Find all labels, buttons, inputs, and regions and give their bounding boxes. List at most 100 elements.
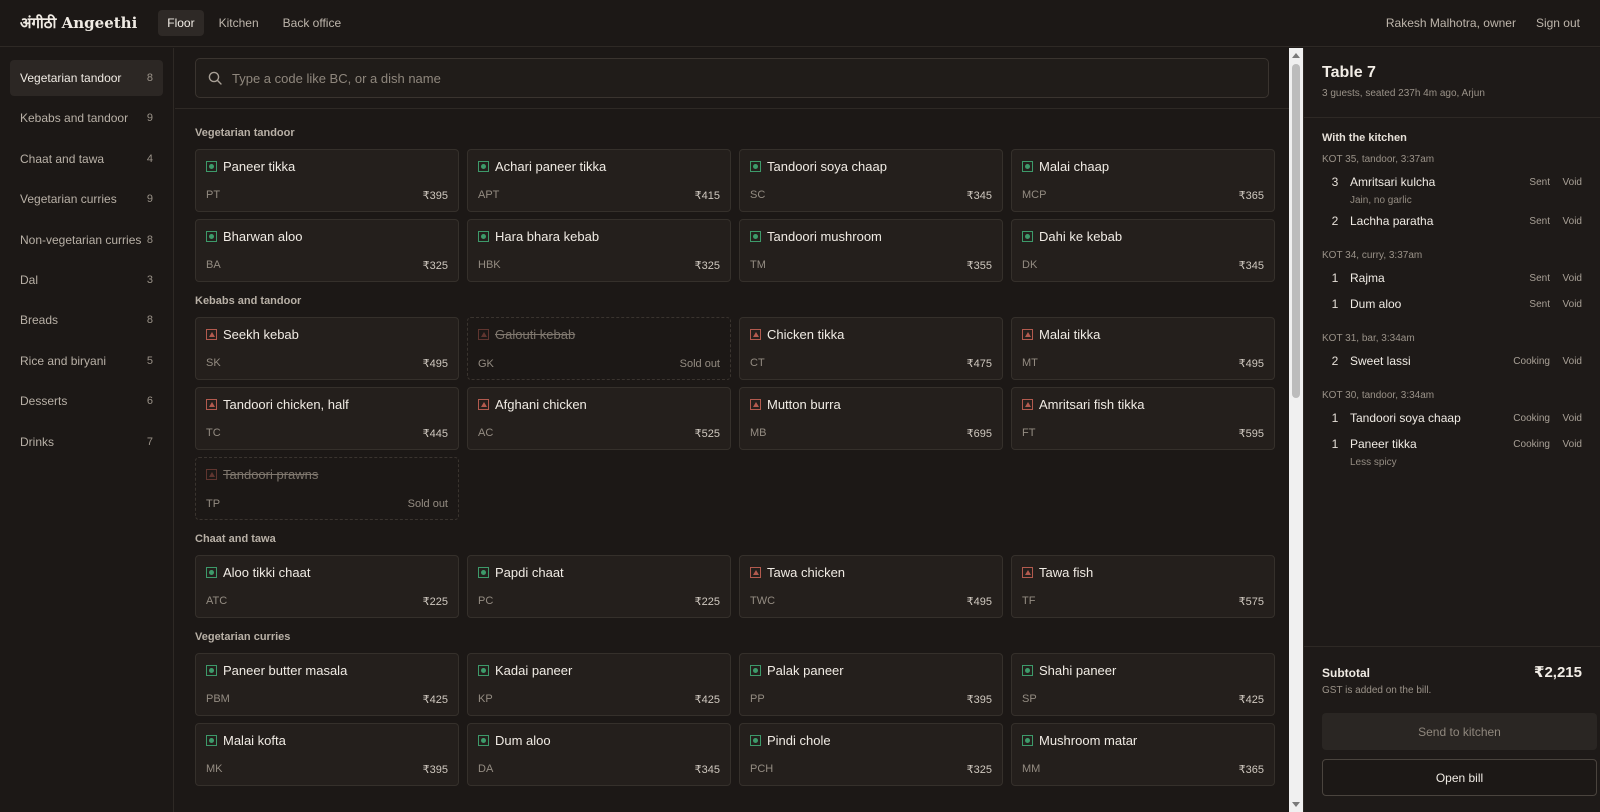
void-button[interactable]: Void [1550, 435, 1582, 450]
dish-card[interactable]: Palak paneer PP ₹395 [739, 653, 1003, 716]
menu-list: Vegetarian tandoor Paneer tikka PT ₹395 Acha… [175, 109, 1289, 786]
dish-header: Tandoori chicken, half [206, 397, 448, 412]
dish-code: PCH [750, 763, 774, 775]
dish-footer: TM ₹355 [750, 259, 992, 272]
main-nav: Floor Kitchen Back office [158, 10, 350, 36]
sidebar-item[interactable]: Rice and biryani 5 [10, 343, 163, 379]
dish-header: Papdi chaat [478, 565, 720, 580]
table-title: Table 7 [1322, 64, 1376, 81]
dish-code: DA [478, 763, 494, 775]
sidebar-item[interactable]: Non-vegetarian curries 8 [10, 222, 163, 258]
dish-code: TM [750, 259, 766, 271]
dish-card[interactable]: Malai kofta MK ₹395 [195, 723, 459, 786]
dish-card[interactable]: Pindi chole PCH ₹325 [739, 723, 1003, 786]
kot-group: KOT 35, tandoor, 3:37am 3 Amritsari kulcha… [1322, 154, 1582, 238]
dish-card[interactable]: Mushroom matar MM ₹365 [1011, 723, 1275, 786]
dish-price: ₹345 [694, 764, 720, 776]
scroll-down-icon[interactable] [1292, 802, 1300, 807]
table-header: Table 7 3 guests, seated 237h 4m ago, Ar… [1304, 48, 1600, 118]
item-name: Rajma [1350, 271, 1385, 285]
sidebar-item[interactable]: Kebabs and tandoor 9 [10, 100, 163, 136]
sidebar-item[interactable]: Chaat and tawa 4 [10, 141, 163, 177]
dish-card: Tandoori prawns TP Sold out [195, 457, 459, 520]
dish-header: Galouti kebab [478, 327, 720, 342]
scroll-up-icon[interactable] [1292, 53, 1300, 58]
dish-name: Mutton burra [767, 397, 841, 412]
dish-card[interactable]: Afghani chicken AC ₹525 [467, 387, 731, 450]
sidebar-item[interactable]: Vegetarian curries 9 [10, 181, 163, 217]
dish-card[interactable]: Malai chaap MCP ₹365 [1011, 149, 1275, 212]
void-button[interactable]: Void [1550, 409, 1582, 424]
void-button[interactable]: Void [1550, 173, 1582, 188]
dish-card[interactable]: Shahi paneer SP ₹425 [1011, 653, 1275, 716]
sidebar-item[interactable]: Dal 3 [10, 262, 163, 298]
nonveg-mark-icon [478, 329, 489, 340]
sign-out-link[interactable]: Sign out [1536, 16, 1580, 30]
nav-kitchen[interactable]: Kitchen [210, 10, 268, 36]
menu-scrollbar[interactable] [1289, 48, 1303, 812]
dish-card[interactable]: Malai tikka MT ₹495 [1011, 317, 1275, 380]
dish-card[interactable]: Tawa fish TF ₹575 [1011, 555, 1275, 618]
dish-card[interactable]: Seekh kebab SK ₹495 [195, 317, 459, 380]
open-bill-button[interactable]: Open bill [1322, 759, 1597, 796]
scroll-thumb[interactable] [1292, 64, 1300, 398]
dish-name: Amritsari fish tikka [1039, 397, 1145, 412]
dish-header: Shahi paneer [1022, 663, 1264, 678]
nonveg-mark-icon [1022, 567, 1033, 578]
category-count: 6 [146, 395, 153, 408]
order-footer: Subtotal ₹2,215 GST is added on the bill… [1304, 646, 1600, 812]
dish-card[interactable]: Bharwan aloo BA ₹325 [195, 219, 459, 282]
sidebar-item[interactable]: Breads 8 [10, 302, 163, 338]
dish-name: Pindi chole [767, 733, 831, 748]
dish-footer: APT ₹415 [478, 189, 720, 202]
sidebar-item[interactable]: Drinks 7 [10, 424, 163, 460]
dish-header: Mushroom matar [1022, 733, 1264, 748]
dish-name: Achari paneer tikka [495, 159, 607, 174]
dish-code: MB [750, 427, 767, 439]
sidebar-item[interactable]: Desserts 6 [10, 383, 163, 419]
dish-card[interactable]: Kadai paneer KP ₹425 [467, 653, 731, 716]
section-title: Vegetarian curries [195, 631, 291, 643]
dish-header: Kadai paneer [478, 663, 720, 678]
dish-card[interactable]: Chicken tikka CT ₹475 [739, 317, 1003, 380]
nav-back-office[interactable]: Back office [274, 10, 350, 36]
dish-header: Pindi chole [750, 733, 992, 748]
dish-code: MK [206, 763, 223, 775]
dish-card[interactable]: Aloo tikki chaat ATC ₹225 [195, 555, 459, 618]
dish-header: Amritsari fish tikka [1022, 397, 1264, 412]
veg-mark-icon [750, 231, 761, 242]
dish-card[interactable]: Dum aloo DA ₹345 [467, 723, 731, 786]
current-user: Rakesh Malhotra, owner [1385, 16, 1516, 30]
dish-price: ₹415 [694, 190, 720, 202]
dish-card[interactable]: Achari paneer tikka APT ₹415 [467, 149, 731, 212]
dish-card[interactable]: Tandoori mushroom TM ₹355 [739, 219, 1003, 282]
send-to-kitchen-button[interactable]: Send to kitchen [1322, 713, 1597, 750]
nav-floor[interactable]: Floor [158, 10, 204, 36]
dish-card[interactable]: Dahi ke kebab DK ₹345 [1011, 219, 1275, 282]
dish-code: DK [1022, 259, 1038, 271]
dish-card[interactable]: Tandoori chicken, half TC ₹445 [195, 387, 459, 450]
dish-price: ₹425 [1238, 694, 1264, 706]
void-button[interactable]: Void [1550, 269, 1582, 284]
void-button[interactable]: Void [1550, 295, 1582, 310]
dish-card[interactable]: Paneer butter masala PBM ₹425 [195, 653, 459, 716]
dish-card[interactable]: Hara bhara kebab HBK ₹325 [467, 219, 731, 282]
dish-name: Mushroom matar [1039, 733, 1138, 748]
dish-code: CT [750, 357, 765, 369]
void-button[interactable]: Void [1550, 212, 1582, 227]
dish-card[interactable]: Mutton burra MB ₹695 [739, 387, 1003, 450]
dish-card[interactable]: Paneer tikka PT ₹395 [195, 149, 459, 212]
search-input[interactable] [232, 70, 1256, 86]
veg-mark-icon [1022, 735, 1033, 746]
dish-card[interactable]: Tandoori soya chaap SC ₹345 [739, 149, 1003, 212]
dish-card[interactable]: Tawa chicken TWC ₹495 [739, 555, 1003, 618]
sidebar-item[interactable]: Vegetarian tandoor 8 [10, 60, 163, 96]
void-button[interactable]: Void [1550, 352, 1582, 367]
category-sidebar: Vegetarian tandoor 8 Kebabs and tandoor 9 Ch… [0, 48, 174, 812]
dish-card[interactable]: Amritsari fish tikka FT ₹595 [1011, 387, 1275, 450]
dish-card[interactable]: Papdi chaat PC ₹225 [467, 555, 731, 618]
dish-header: Afghani chicken [478, 397, 720, 412]
kot-item: 1 Rajma Sent Void [1322, 269, 1582, 295]
dish-header: Tawa chicken [750, 565, 992, 580]
dish-name: Afghani chicken [495, 397, 587, 412]
